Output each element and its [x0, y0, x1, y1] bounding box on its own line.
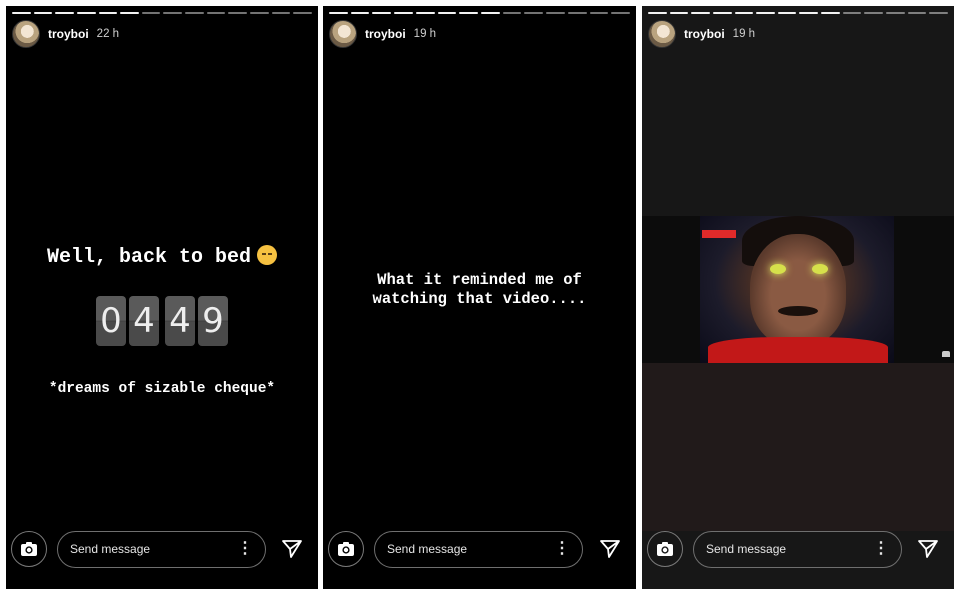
camera-icon [21, 542, 37, 556]
story-panel-1[interactable]: troyboi 22 h Well, back to bed 0 4 4 9 *… [6, 6, 318, 589]
story-subtitle: *dreams of sizable cheque* [48, 381, 276, 397]
video-person-eye [770, 264, 786, 274]
send-icon[interactable] [280, 537, 304, 561]
story-title-text: Well, back to bed [46, 246, 252, 269]
story-progress-bar [329, 12, 631, 14]
avatar[interactable] [12, 20, 40, 48]
video-person-shirt [708, 337, 888, 363]
story-caption: What it reminded me of watching that vid… [323, 271, 636, 309]
camera-icon [338, 542, 354, 556]
message-placeholder: Send message [706, 542, 787, 556]
camera-button[interactable] [647, 531, 683, 567]
watermark-icon [942, 351, 950, 357]
camera-button[interactable] [11, 531, 47, 567]
username[interactable]: troyboi [684, 27, 725, 41]
send-message-input[interactable]: Send message ⋮ [57, 530, 266, 568]
send-message-input[interactable]: Send message ⋮ [693, 530, 902, 568]
camera-icon [657, 542, 673, 556]
message-placeholder: Send message [387, 542, 468, 556]
send-icon[interactable] [916, 537, 940, 561]
story-caption-line: watching that video.... [372, 290, 587, 308]
story-progress-bar [648, 12, 948, 14]
message-placeholder: Send message [70, 542, 151, 556]
story-panel-2[interactable]: troyboi 19 h What it reminded me of watc… [323, 6, 636, 589]
username[interactable]: troyboi [365, 27, 406, 41]
sleeping-face-emoji-icon [257, 244, 278, 265]
story-title: Well, back to bed [6, 244, 318, 269]
avatar[interactable] [648, 20, 676, 48]
video-frame [700, 216, 894, 363]
clock-digit: 4 [129, 296, 159, 346]
camera-button[interactable] [328, 531, 364, 567]
avatar[interactable] [329, 20, 357, 48]
story-progress-bar [12, 12, 312, 14]
time-ago: 19 h [732, 28, 756, 40]
more-vertical-icon[interactable]: ⋮ [873, 541, 889, 557]
story-header: troyboi 19 h [329, 20, 630, 48]
send-message-input[interactable]: Send message ⋮ [374, 530, 583, 568]
story-header: troyboi 22 h [12, 20, 312, 48]
clock-digit: 4 [165, 296, 195, 346]
username[interactable]: troyboi [48, 27, 89, 41]
video-person-mustache [778, 306, 818, 316]
tv-channel-logo [702, 230, 736, 238]
more-vertical-icon[interactable]: ⋮ [554, 541, 570, 557]
reply-bar: Send message ⋮ [327, 529, 630, 569]
clock-digit: 0 [96, 296, 126, 346]
story-video[interactable] [642, 216, 954, 363]
send-icon[interactable] [598, 537, 622, 561]
more-vertical-icon[interactable]: ⋮ [237, 541, 253, 557]
flip-clock: 0 4 4 9 [6, 296, 318, 346]
story-panel-3[interactable]: troyboi 19 h Send message ⋮ [642, 6, 954, 589]
video-person-eye [812, 264, 828, 274]
video-person-face [750, 234, 846, 346]
time-ago: 19 h [413, 28, 437, 40]
video-backdrop [642, 363, 954, 531]
reply-bar: Send message ⋮ [10, 529, 312, 569]
reply-bar: Send message ⋮ [646, 529, 948, 569]
story-header: troyboi 19 h [648, 20, 948, 48]
story-caption-line: What it reminded me of [377, 271, 582, 289]
clock-digit: 9 [198, 296, 228, 346]
time-ago: 22 h [96, 28, 120, 40]
